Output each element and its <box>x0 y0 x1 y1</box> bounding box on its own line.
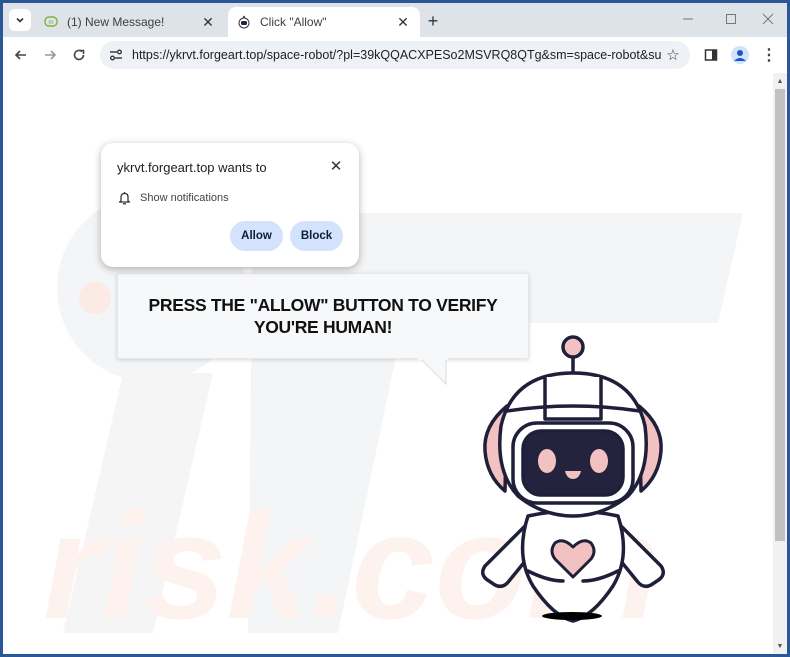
bookmark-star-icon[interactable]: ☆ <box>662 44 684 66</box>
watermark-dot <box>79 282 111 314</box>
scroll-down-arrow-icon[interactable]: ▼ <box>773 639 787 653</box>
permission-label: Show notifications <box>140 192 229 204</box>
toolbar: https://ykrvt.forgeart.top/space-robot/?… <box>3 37 787 73</box>
back-button[interactable] <box>9 43 33 67</box>
browser-window: m (1) New Message! ✕ Click "Allow" ✕ + h… <box>3 3 787 654</box>
robot-favicon <box>236 14 252 30</box>
url-text[interactable]: https://ykrvt.forgeart.top/space-robot/?… <box>132 48 662 62</box>
permission-close-button[interactable]: ✕ <box>327 157 345 175</box>
profile-button[interactable] <box>728 43 752 67</box>
tab-new-message[interactable]: m (1) New Message! ✕ <box>35 7 225 37</box>
tab-search-button[interactable] <box>9 9 31 31</box>
bell-icon <box>117 191 131 205</box>
block-button[interactable]: Block <box>290 221 343 251</box>
vertical-scrollbar[interactable]: ▲ ▼ <box>773 73 787 654</box>
tab-title: Click "Allow" <box>260 15 327 29</box>
new-tab-button[interactable]: + <box>423 11 443 31</box>
notification-permission-prompt: ykrvt.forgeart.top wants to ✕ Show notif… <box>101 143 359 267</box>
robot-illustration <box>481 335 665 623</box>
minimize-icon <box>683 18 693 20</box>
allow-button[interactable]: Allow <box>230 221 283 251</box>
arrow-right-icon <box>45 50 57 60</box>
robot-helmet-stripe <box>543 375 603 421</box>
page-content: risk.com PRESS THE "ALLOW" BUTTON TO VER… <box>3 73 773 654</box>
tab-strip: m (1) New Message! ✕ Click "Allow" ✕ + <box>3 3 787 37</box>
chevron-down-icon <box>16 17 24 23</box>
close-icon <box>762 13 774 25</box>
close-window-button[interactable] <box>753 9 783 29</box>
maximize-button[interactable] <box>716 9 746 29</box>
site-settings-icon[interactable] <box>106 45 126 65</box>
tab-close-icon[interactable]: ✕ <box>394 13 412 31</box>
robot-left-eye <box>538 449 556 473</box>
profile-avatar-icon <box>731 46 749 64</box>
speech-bubble-tail <box>418 358 448 386</box>
scrollbar-thumb[interactable] <box>775 89 785 541</box>
verify-message: PRESS THE "ALLOW" BUTTON TO VERIFY YOU'R… <box>148 295 498 337</box>
robot-antenna-ball <box>561 335 585 359</box>
scroll-up-arrow-icon[interactable]: ▲ <box>773 74 787 88</box>
tab-title: (1) New Message! <box>67 15 165 29</box>
maximize-icon <box>726 14 736 24</box>
permission-item: Show notifications <box>117 191 229 205</box>
forward-button[interactable] <box>38 43 62 67</box>
robot-visor <box>521 429 625 497</box>
kebab-menu-icon: ⋮ <box>761 47 777 64</box>
speech-bubble: PRESS THE "ALLOW" BUTTON TO VERIFY YOU'R… <box>117 273 529 359</box>
tab-click-allow[interactable]: Click "Allow" ✕ <box>228 7 420 37</box>
robot-shadow <box>542 612 602 620</box>
robot-right-eye <box>590 449 608 473</box>
permission-title: ykrvt.forgeart.top wants to <box>117 160 267 175</box>
browser-menu-button[interactable]: ⋮ <box>757 43 781 67</box>
minimize-button[interactable] <box>673 9 703 29</box>
reload-icon <box>73 49 85 61</box>
arrow-left-icon <box>14 50 26 60</box>
message-favicon: m <box>43 14 59 30</box>
svg-text:m: m <box>49 20 54 26</box>
address-bar[interactable]: https://ykrvt.forgeart.top/space-robot/?… <box>100 41 690 69</box>
side-panel-icon <box>704 49 718 61</box>
side-panel-button[interactable] <box>699 43 723 67</box>
reload-button[interactable] <box>67 43 91 67</box>
tab-close-icon[interactable]: ✕ <box>199 13 217 31</box>
